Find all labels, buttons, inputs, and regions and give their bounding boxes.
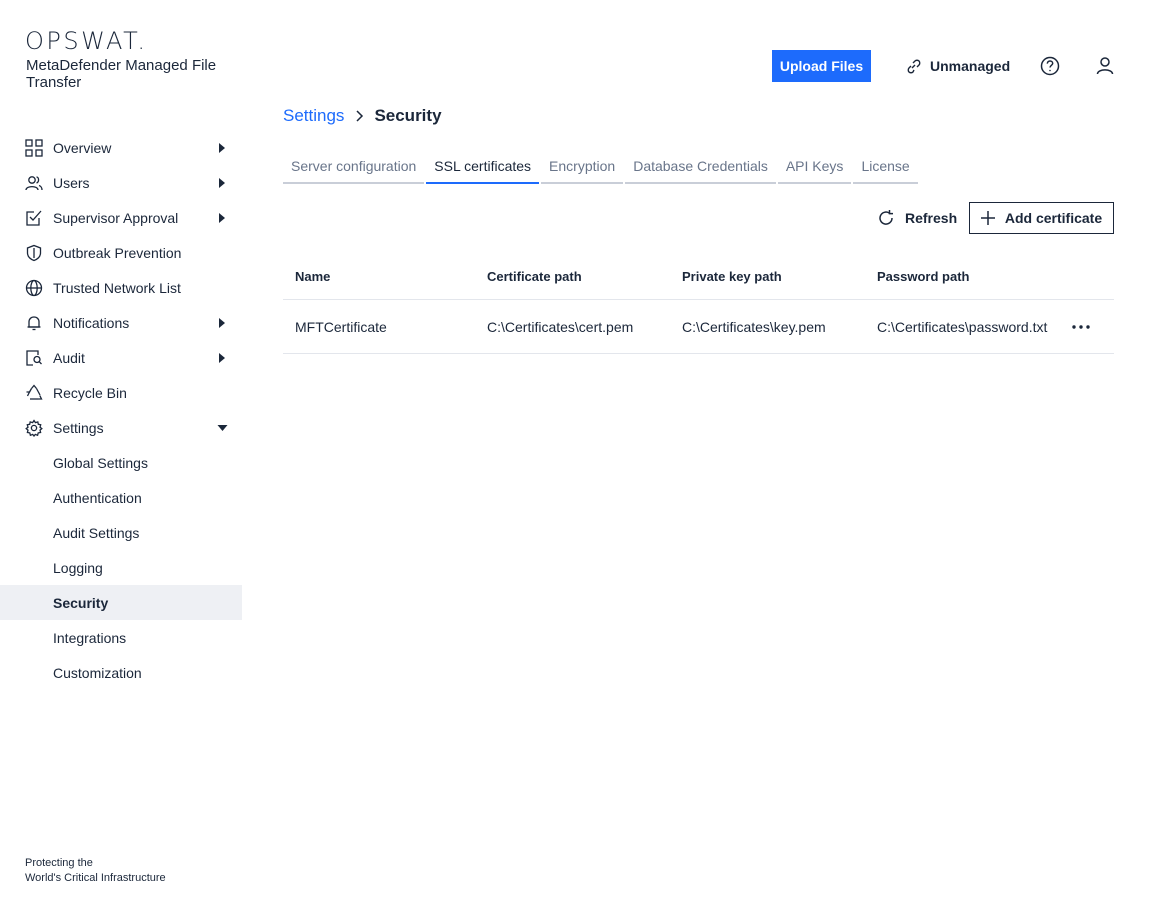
more-actions-icon[interactable]	[1070, 318, 1092, 336]
sidebar-item-label: Settings	[53, 419, 104, 436]
product-name: MetaDefender Managed File Transfer	[26, 57, 217, 91]
tab-database-credentials[interactable]: Database Credentials	[625, 152, 776, 184]
column-header-certificate-path[interactable]: Certificate path	[487, 253, 582, 299]
sidebar-item-settings[interactable]: Settings	[0, 410, 242, 445]
plus-icon	[980, 211, 995, 225]
unmanaged-status-button[interactable]: Unmanaged	[906, 50, 1010, 82]
approval-icon	[26, 210, 42, 226]
tab-license[interactable]: License	[853, 152, 918, 184]
column-header-password-path[interactable]: Password path	[877, 253, 969, 299]
certificates-table: Name Certificate path Private key path P…	[283, 253, 1114, 354]
help-icon[interactable]	[1039, 55, 1061, 77]
sidebar-item-label: Supervisor Approval	[53, 209, 179, 226]
sidebar-item-label: Users	[53, 174, 90, 191]
upload-files-button[interactable]: Upload Files	[772, 50, 871, 82]
add-certificate-button[interactable]: Add certificate	[969, 202, 1114, 234]
sidebar-item-label: Overview	[53, 139, 112, 156]
caret-right-icon[interactable]	[218, 178, 226, 188]
cell-name: MFTCertificate	[295, 318, 387, 335]
sidebar-item-outbreak-prevention[interactable]: Outbreak Prevention	[0, 235, 242, 270]
sidebar-item-label: Customization	[53, 664, 142, 681]
cell-certificate-path: C:\Certificates\cert.pem	[487, 318, 634, 335]
sidebar-item-overview[interactable]: Overview	[0, 130, 242, 165]
cell-password-path: C:\Certificates\password.txt	[877, 318, 1048, 335]
sidebar-subitem-customization[interactable]: Customization	[0, 655, 242, 690]
sidebar-item-supervisor-approval[interactable]: Supervisor Approval	[0, 200, 242, 235]
sidebar-subitem-integrations[interactable]: Integrations	[0, 620, 242, 655]
sidebar-item-label: Security	[53, 594, 109, 611]
sidebar-subitem-logging[interactable]: Logging	[0, 550, 242, 585]
refresh-button[interactable]: Refresh	[877, 206, 957, 230]
link-icon	[907, 59, 921, 73]
column-header-name[interactable]: Name	[295, 253, 330, 299]
sidebar-item-label: Authentication	[53, 489, 142, 506]
table-header: Name Certificate path Private key path P…	[283, 253, 1114, 300]
sidebar-subitem-security[interactable]: Security	[0, 585, 242, 620]
sidebar-item-label: Audit Settings	[53, 524, 140, 541]
caret-right-icon[interactable]	[218, 213, 226, 223]
tagline-line-2: World's Critical Infrastructure	[25, 872, 166, 884]
tagline-line-1: Protecting the	[25, 857, 93, 869]
refresh-label: Refresh	[905, 210, 958, 226]
sidebar-item-label: Outbreak Prevention	[53, 244, 182, 261]
column-header-private-key-path[interactable]: Private key path	[682, 253, 782, 299]
footer-tagline: Protecting the World's Critical Infrastr…	[25, 856, 166, 886]
tab-server-configuration[interactable]: Server configuration	[283, 152, 425, 184]
sidebar-item-label: Notifications	[53, 314, 130, 331]
sidebar-item-audit[interactable]: Audit	[0, 340, 242, 375]
users-icon	[25, 176, 43, 191]
sidebar-item-label: Global Settings	[53, 454, 148, 471]
sidebar-item-notifications[interactable]: Notifications	[0, 305, 242, 340]
sidebar-item-trusted-network-list[interactable]: Trusted Network List	[0, 270, 242, 305]
sidebar: OPSWAT. MetaDefender Managed File Transf…	[0, 0, 242, 919]
globe-icon	[25, 279, 43, 297]
bell-icon	[27, 316, 41, 331]
unmanaged-label: Unmanaged	[930, 58, 1011, 74]
caret-down-icon[interactable]	[217, 424, 228, 432]
breadcrumb-settings-link[interactable]: Settings	[283, 106, 344, 126]
tab-encryption[interactable]: Encryption	[541, 152, 624, 184]
user-account-icon[interactable]	[1094, 55, 1116, 77]
tab-ssl-certificates[interactable]: SSL certificates	[426, 152, 540, 184]
sidebar-subitem-authentication[interactable]: Authentication	[0, 480, 242, 515]
table-row[interactable]: MFTCertificate C:\Certificates\cert.pem …	[283, 300, 1114, 354]
page-title: Security	[374, 106, 442, 125]
sidebar-item-label: Integrations	[53, 629, 127, 646]
breadcrumb: Settings Security	[283, 104, 442, 128]
tab-api-keys[interactable]: API Keys	[777, 152, 852, 184]
caret-right-icon[interactable]	[218, 318, 226, 328]
opswat-logo: OPSWAT.	[25, 27, 148, 55]
sidebar-item-label: Recycle Bin	[53, 384, 127, 401]
cell-private-key-path: C:\Certificates\key.pem	[682, 318, 826, 335]
gear-icon	[25, 419, 43, 437]
sidebar-item-recycle-bin[interactable]: Recycle Bin	[0, 375, 242, 410]
sidebar-subitem-audit-settings[interactable]: Audit Settings	[0, 515, 242, 550]
sidebar-nav: Overview Users Supervisor Approval Outbr…	[0, 130, 242, 690]
sidebar-item-label: Audit	[53, 349, 85, 366]
shield-icon	[26, 244, 42, 262]
refresh-icon	[879, 210, 893, 225]
sidebar-item-label: Logging	[53, 559, 103, 576]
caret-right-icon[interactable]	[218, 143, 226, 153]
recycle-icon	[26, 384, 43, 400]
sidebar-subitem-global-settings[interactable]: Global Settings	[0, 445, 242, 480]
chevron-right-icon	[356, 110, 364, 122]
caret-right-icon[interactable]	[218, 353, 226, 363]
sidebar-item-label: Trusted Network List	[53, 279, 181, 296]
grid-icon	[25, 139, 43, 157]
tab-bar: Server configuration SSL certificates En…	[283, 152, 920, 184]
add-certificate-label: Add certificate	[1004, 210, 1103, 226]
audit-icon	[26, 350, 42, 366]
sidebar-item-users[interactable]: Users	[0, 165, 242, 200]
